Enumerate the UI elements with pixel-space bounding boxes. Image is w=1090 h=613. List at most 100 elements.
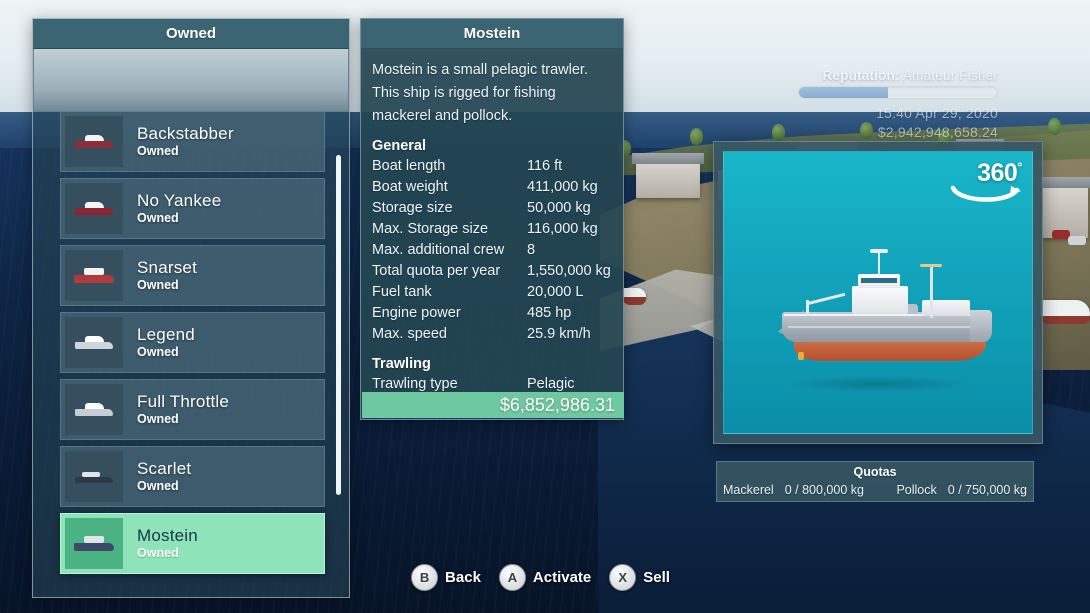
gamepad-button-a-icon: A: [498, 564, 526, 591]
stat-value: 411,000 kg: [527, 179, 598, 195]
stat-value: 1,550,000 kg: [527, 263, 611, 279]
boat-model-mostein: [772, 249, 996, 376]
boat-thumbnail-icon: [65, 518, 123, 569]
quota-species-name: Pollock: [896, 483, 937, 497]
boat-description: Mostein is a small pelagic trawler. This…: [372, 62, 588, 124]
stat-key: Total quota per year: [372, 263, 501, 279]
stat-value: 485 hp: [527, 305, 572, 321]
stat-key: Max. additional crew: [372, 242, 505, 258]
rotate-arrow-icon: [950, 185, 1021, 202]
tree: [690, 128, 703, 145]
stat-key: Boat weight: [372, 179, 448, 195]
boat-list-item-full-throttle[interactable]: Full Throttle Owned: [60, 379, 325, 440]
boat-name: No Yankee: [137, 191, 222, 210]
stat-value: 116 ft: [527, 158, 563, 174]
gamepad-button-x-icon: X: [609, 564, 637, 591]
boat-status: Owned: [137, 412, 179, 426]
stat-section-heading: General: [372, 138, 426, 154]
stat-key: Storage size: [372, 200, 453, 216]
action-activate[interactable]: A Activate: [498, 564, 592, 591]
tree: [772, 124, 785, 141]
reputation-progress-bar: [798, 86, 998, 99]
owned-boats-list[interactable]: Backstabber Owned No Yankee Owned Snarset Own…: [33, 49, 349, 597]
boat-model-shadow: [784, 376, 974, 392]
stat-row: Boat weight 411,000 kg: [372, 177, 612, 198]
stat-key: Max. speed: [372, 326, 447, 342]
stat-row: Total quota per year 1,550,000 kg: [372, 261, 612, 282]
boat-name: Snarset: [137, 258, 197, 277]
action-back[interactable]: B Back: [411, 564, 481, 591]
boat-thumbnail-icon: [65, 451, 123, 502]
boat-list-item-meta: No Yankee Owned: [137, 191, 221, 226]
stat-value: 50,000 kg: [527, 200, 591, 216]
gamepad-button-b-icon: B: [411, 564, 439, 591]
owned-list-scrollbar[interactable]: [336, 155, 341, 495]
action-button-bar: B Back A Activate X Sell: [0, 564, 1090, 591]
boat-name: Full Throttle: [137, 392, 230, 411]
stat-row: Max. speed 25.9 km/h: [372, 324, 612, 345]
boat-list-item-legend[interactable]: Legend Owned: [60, 312, 325, 373]
stat-row: Engine power 485 hp: [372, 303, 612, 324]
stat-value: 116,000 kg: [527, 221, 598, 237]
boat-price-bar: $6,852,986.31: [362, 392, 624, 418]
parked-car: [1068, 236, 1086, 245]
quotas-panel: Quotas Mackerel 0 / 800,000 kg Pollock 0 / …: [716, 461, 1034, 502]
action-label: Sell: [643, 569, 670, 586]
boat-name: Legend: [137, 325, 195, 344]
quota-entry: Mackerel 0 / 800,000 kg: [723, 481, 864, 500]
boat-list-item-meta: Snarset Owned: [137, 258, 197, 293]
stat-key: Engine power: [372, 305, 461, 321]
stat-row: Fuel tank 20,000 L: [372, 282, 612, 303]
boat-list-item-meta: Backstabber Owned: [137, 124, 234, 159]
boat-stats: General Boat length 116 ft Boat weight 411,0…: [372, 138, 612, 395]
stat-key: Fuel tank: [372, 284, 432, 300]
boat-3d-viewer-panel[interactable]: 360°: [713, 141, 1043, 444]
reputation-label: Reputation:: [822, 68, 900, 83]
stat-row: Storage size 50,000 kg: [372, 198, 612, 219]
boat-thumbnail-icon: [65, 384, 123, 435]
quotas-title: Quotas: [853, 465, 897, 479]
boat-list-item-scarlet[interactable]: Scarlet Owned: [60, 446, 325, 507]
player-hud: Reputation: Amateur Fisher 15:40 Apr 29,…: [798, 68, 998, 140]
docked-boat: [1040, 300, 1090, 324]
action-label: Back: [445, 569, 481, 586]
action-label: Activate: [532, 569, 592, 586]
quotas-row: Mackerel 0 / 800,000 kg Pollock 0 / 750,000…: [717, 481, 1033, 500]
boat-status: Owned: [137, 345, 179, 359]
boat-3d-viewer-stage[interactable]: 360°: [723, 151, 1033, 434]
tree: [1048, 118, 1061, 135]
boat-status: Owned: [137, 211, 179, 225]
boat-status: Owned: [137, 479, 179, 493]
boat-thumbnail-icon: [65, 250, 123, 301]
boat-list-item-snarset[interactable]: Snarset Owned: [60, 245, 325, 306]
rotate-360-label: 360: [977, 159, 1018, 187]
detail-panel-body: Mostein is a small pelagic trawler. This…: [361, 49, 623, 395]
player-money: $2,942,948,658.24: [877, 124, 998, 140]
boat-thumbnail-icon: [65, 317, 123, 368]
action-sell[interactable]: X Sell: [609, 564, 670, 591]
boat-list-item-backstabber[interactable]: Backstabber Owned: [60, 111, 325, 172]
boat-status: Owned: [137, 144, 179, 158]
stat-row: Boat length 116 ft: [372, 156, 612, 177]
quota-amount: 0 / 750,000 kg: [947, 483, 1027, 497]
boat-list-item-no-yankee[interactable]: No Yankee Owned: [60, 178, 325, 239]
quota-species-name: Mackerel: [723, 483, 774, 497]
game-clock: 15:40 Apr 29, 2020: [876, 105, 998, 121]
stat-key: Max. Storage size: [372, 221, 489, 237]
boat-detail-panel: Mostein Mostein is a small pelagic trawl…: [360, 18, 624, 420]
boat-price: $6,852,986.31: [499, 394, 615, 415]
detail-panel-title: Mostein: [361, 19, 623, 49]
reputation-progress-fill: [799, 87, 889, 98]
stat-key: Boat length: [372, 158, 446, 174]
stat-section-heading: Trawling: [372, 356, 431, 372]
degree-symbol: °: [1017, 159, 1022, 175]
docked-boat: [622, 288, 646, 305]
quota-amount: 0 / 800,000 kg: [784, 483, 864, 497]
stat-value: 25.9 km/h: [527, 326, 591, 342]
boat-thumbnail-icon: [65, 183, 123, 234]
boat-name: Mostein: [137, 526, 198, 545]
stat-value: 8: [527, 242, 536, 258]
reputation-rank: Amateur Fisher: [902, 68, 998, 83]
boat-status: Owned: [137, 546, 179, 560]
